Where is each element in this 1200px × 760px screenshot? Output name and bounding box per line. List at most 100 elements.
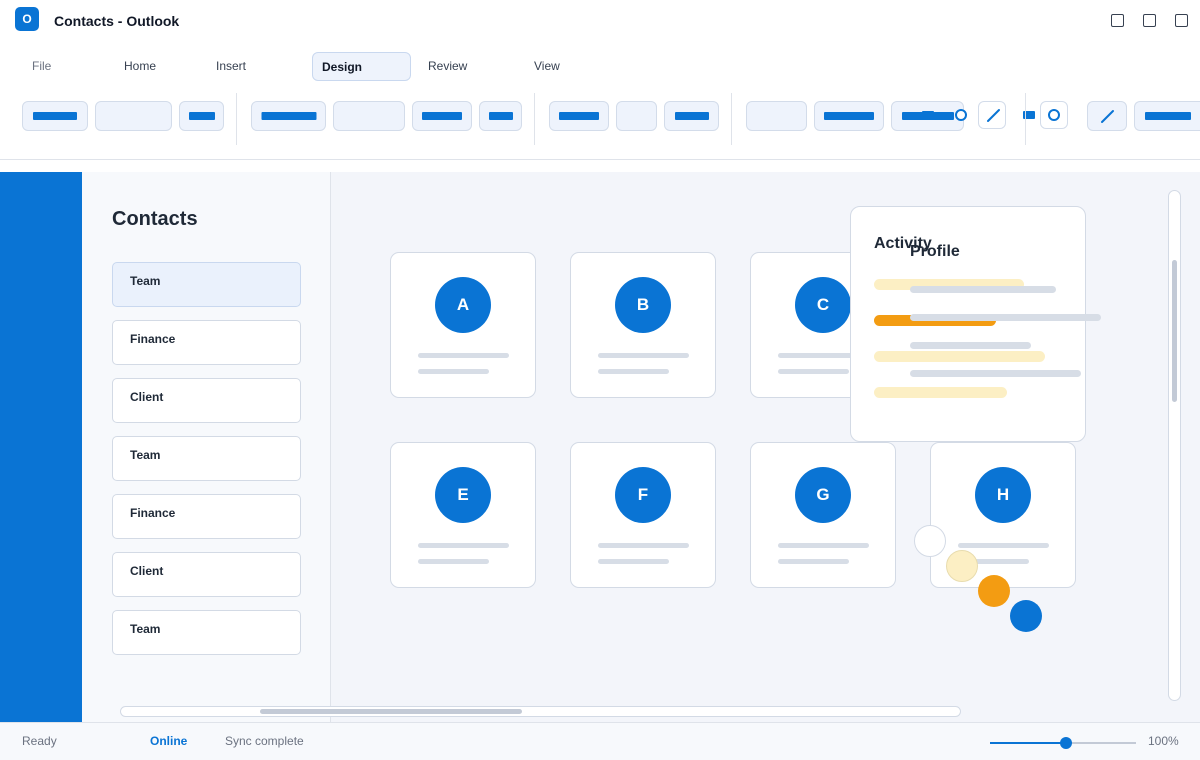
placeholder-line xyxy=(418,543,509,548)
ribbon-button[interactable] xyxy=(664,101,719,131)
group-item[interactable]: Team xyxy=(112,436,301,481)
activity-bar xyxy=(874,351,1045,362)
panel-title: Contacts xyxy=(112,208,198,230)
horizontal-scroll-thumb[interactable] xyxy=(260,709,522,714)
group-item[interactable]: Team xyxy=(112,610,301,655)
zoom-level: 100% xyxy=(1148,734,1179,748)
ribbon-separator xyxy=(534,93,535,145)
placeholder-line xyxy=(958,543,1049,548)
ribbon-button[interactable] xyxy=(95,101,172,131)
ribbon-button[interactable] xyxy=(179,101,224,131)
tab-file[interactable]: File xyxy=(32,52,51,81)
group-item[interactable]: Finance xyxy=(112,320,301,365)
placeholder-line xyxy=(778,369,849,374)
group-label: Team xyxy=(130,448,161,462)
color-swatch[interactable] xyxy=(978,575,1010,607)
rectangle-tool-icon[interactable] xyxy=(922,111,934,119)
zoom-slider[interactable] xyxy=(990,737,1136,749)
placeholder-line xyxy=(598,543,689,548)
placeholder-line xyxy=(778,559,849,564)
avatar: C xyxy=(795,277,851,333)
profile-line xyxy=(910,314,1101,321)
profile-heading: Profile xyxy=(910,243,960,260)
contact-card[interactable]: B xyxy=(570,252,716,398)
ribbon-button[interactable] xyxy=(479,101,522,131)
placeholder-line xyxy=(418,353,509,358)
profile-line xyxy=(910,342,1031,349)
placeholder-line xyxy=(598,559,669,564)
placeholder-line xyxy=(598,353,689,358)
group-label: Client xyxy=(130,564,164,578)
contacts-panel: Contacts Team Finance Client Team Financ… xyxy=(82,172,331,722)
ribbon-separator xyxy=(236,93,237,145)
contact-card[interactable]: G xyxy=(750,442,896,588)
color-swatch[interactable] xyxy=(946,550,978,582)
outlook-app-icon: O xyxy=(15,7,39,31)
ribbon-button[interactable] xyxy=(1134,101,1200,131)
minimize-icon[interactable] xyxy=(1111,14,1124,27)
group-label: Team xyxy=(130,274,161,288)
color-swatch[interactable] xyxy=(1010,600,1042,632)
group-label: Finance xyxy=(130,506,176,520)
tab-review[interactable]: Review xyxy=(428,52,467,81)
contact-card[interactable]: F xyxy=(570,442,716,588)
group-item[interactable]: Team xyxy=(112,262,301,307)
circle-tool-icon xyxy=(1048,109,1060,121)
status-sync: Sync complete xyxy=(225,734,304,748)
group-label: Finance xyxy=(130,332,176,346)
ribbon-toolbar xyxy=(0,88,1200,160)
group-item[interactable]: Client xyxy=(112,378,301,423)
vertical-scroll-thumb[interactable] xyxy=(1172,260,1177,402)
horizontal-scrollbar[interactable] xyxy=(120,706,961,717)
group-item[interactable]: Finance xyxy=(112,494,301,539)
avatar: H xyxy=(975,467,1031,523)
ribbon-button[interactable] xyxy=(333,101,405,131)
circle-tool-icon[interactable] xyxy=(955,109,967,121)
tab-insert[interactable]: Insert xyxy=(216,52,246,81)
window-title: Contacts - Outlook xyxy=(54,13,180,29)
group-label: Team xyxy=(130,622,161,636)
status-ready: Ready xyxy=(22,734,57,748)
avatar: G xyxy=(795,467,851,523)
placeholder-line xyxy=(778,543,869,548)
ribbon-button[interactable] xyxy=(616,101,657,131)
close-icon[interactable] xyxy=(1175,14,1188,27)
zoom-slider-fill xyxy=(990,742,1066,744)
avatar: E xyxy=(435,467,491,523)
profile-line xyxy=(910,286,1056,293)
navigation-rail xyxy=(0,172,82,722)
maximize-icon[interactable] xyxy=(1143,14,1156,27)
ribbon-button[interactable] xyxy=(746,101,807,131)
tab-home[interactable]: Home xyxy=(124,52,156,81)
zoom-slider-thumb[interactable] xyxy=(1060,737,1072,749)
profile-line xyxy=(910,370,1081,377)
ribbon-button[interactable] xyxy=(549,101,609,131)
activity-profile-popup: Activity Profile xyxy=(850,206,1101,442)
tab-view[interactable]: View xyxy=(534,52,560,81)
color-swatch[interactable] xyxy=(914,525,946,557)
ribbon-button[interactable] xyxy=(814,101,884,131)
line-tool-button[interactable] xyxy=(978,101,1006,129)
ribbon-button[interactable] xyxy=(412,101,472,131)
circle-tool-button[interactable] xyxy=(1040,101,1068,129)
line-tool-button[interactable] xyxy=(1087,101,1127,131)
vertical-scrollbar[interactable] xyxy=(1168,190,1181,701)
activity-bar xyxy=(874,387,1007,398)
ribbon-button[interactable] xyxy=(251,101,326,131)
placeholder-line xyxy=(598,369,669,374)
ribbon-separator xyxy=(1025,93,1026,145)
status-bar: Ready Online Sync complete 100% xyxy=(0,722,1200,760)
status-online: Online xyxy=(150,734,188,748)
group-item[interactable]: Client xyxy=(112,552,301,597)
ribbon-button[interactable] xyxy=(22,101,88,131)
avatar: B xyxy=(615,277,671,333)
placeholder-line xyxy=(418,559,489,564)
tab-design[interactable]: Design xyxy=(312,52,411,81)
placeholder-line xyxy=(418,369,489,374)
contact-card[interactable]: E xyxy=(390,442,536,588)
line-tool-icon xyxy=(987,109,1000,122)
avatar: A xyxy=(435,277,491,333)
line-tool-icon xyxy=(1101,110,1114,123)
group-label: Client xyxy=(130,390,164,404)
contact-card[interactable]: A xyxy=(390,252,536,398)
